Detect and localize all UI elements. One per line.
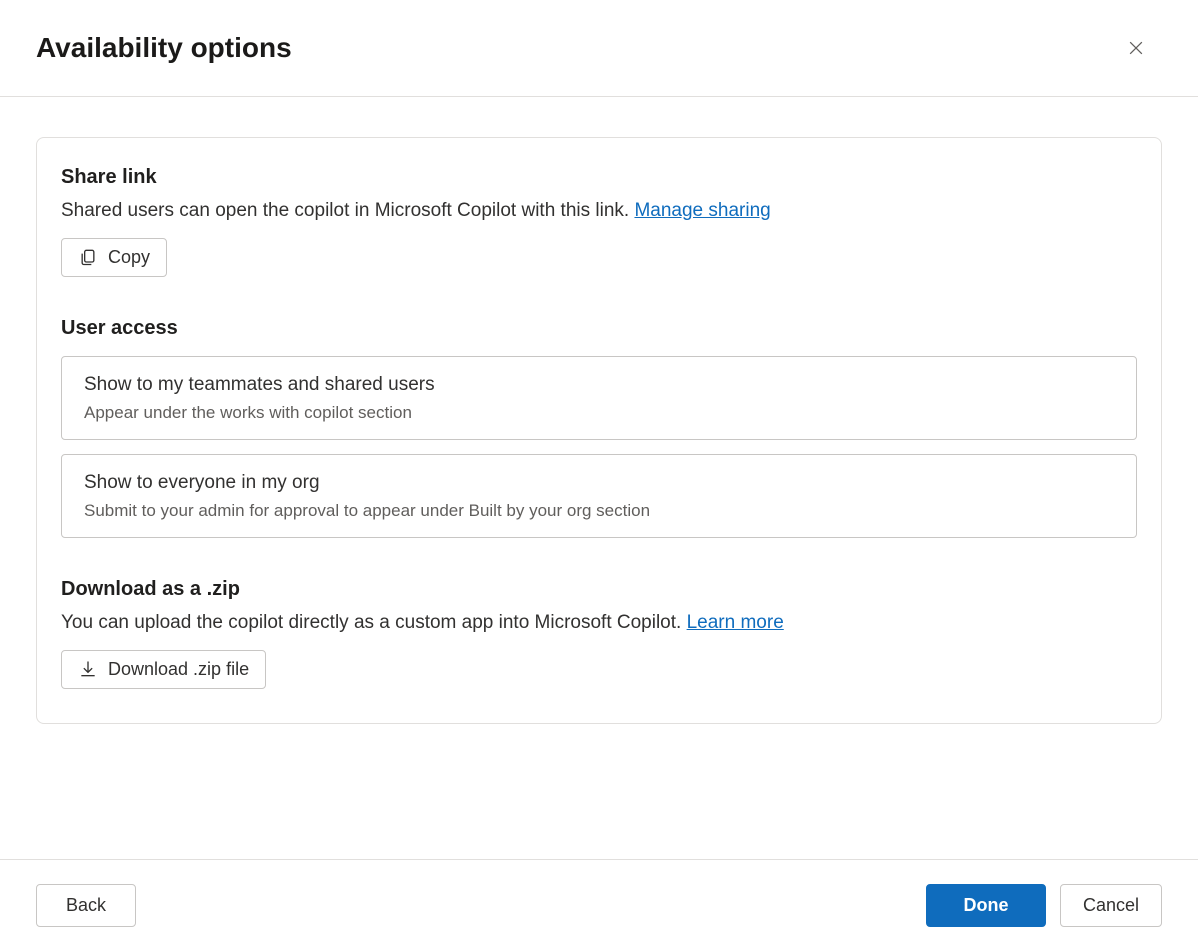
share-link-desc-text: Shared users can open the copilot in Mic… [61, 200, 634, 221]
manage-sharing-link[interactable]: Manage sharing [634, 200, 770, 221]
cancel-button[interactable]: Cancel [1060, 884, 1162, 927]
share-link-description: Shared users can open the copilot in Mic… [61, 197, 1137, 226]
download-section: Download as a .zip You can upload the co… [61, 578, 1137, 689]
option-show-org[interactable]: Show to everyone in my org Submit to you… [61, 454, 1137, 538]
download-zip-label: Download .zip file [108, 659, 249, 680]
dialog-title: Availability options [36, 32, 292, 64]
learn-more-link[interactable]: Learn more [687, 612, 784, 633]
option-description: Submit to your admin for approval to app… [84, 499, 1114, 523]
done-button[interactable]: Done [926, 884, 1046, 927]
download-icon [78, 659, 98, 679]
download-desc-text: You can upload the copilot directly as a… [61, 612, 687, 633]
option-description: Appear under the works with copilot sect… [84, 401, 1114, 425]
copy-button-label: Copy [108, 247, 150, 268]
option-title: Show to my teammates and shared users [84, 371, 1114, 400]
dialog-content: Share link Shared users can open the cop… [0, 97, 1198, 744]
dialog-header: Availability options [0, 0, 1198, 97]
download-description: You can upload the copilot directly as a… [61, 609, 1137, 638]
user-access-section: User access Show to my teammates and sha… [61, 317, 1137, 539]
share-link-section: Share link Shared users can open the cop… [61, 166, 1137, 277]
back-button[interactable]: Back [36, 884, 136, 927]
user-access-title: User access [61, 317, 1137, 340]
close-button[interactable] [1118, 30, 1154, 66]
download-zip-button[interactable]: Download .zip file [61, 650, 266, 689]
close-icon [1126, 38, 1146, 58]
option-show-teammates[interactable]: Show to my teammates and shared users Ap… [61, 356, 1137, 440]
footer-actions: Done Cancel [926, 884, 1162, 927]
download-title: Download as a .zip [61, 578, 1137, 601]
share-link-title: Share link [61, 166, 1137, 189]
copy-button[interactable]: Copy [61, 238, 167, 277]
copy-icon [78, 247, 98, 267]
option-title: Show to everyone in my org [84, 469, 1114, 498]
options-panel: Share link Shared users can open the cop… [36, 137, 1162, 724]
dialog-footer: Back Done Cancel [0, 859, 1198, 951]
